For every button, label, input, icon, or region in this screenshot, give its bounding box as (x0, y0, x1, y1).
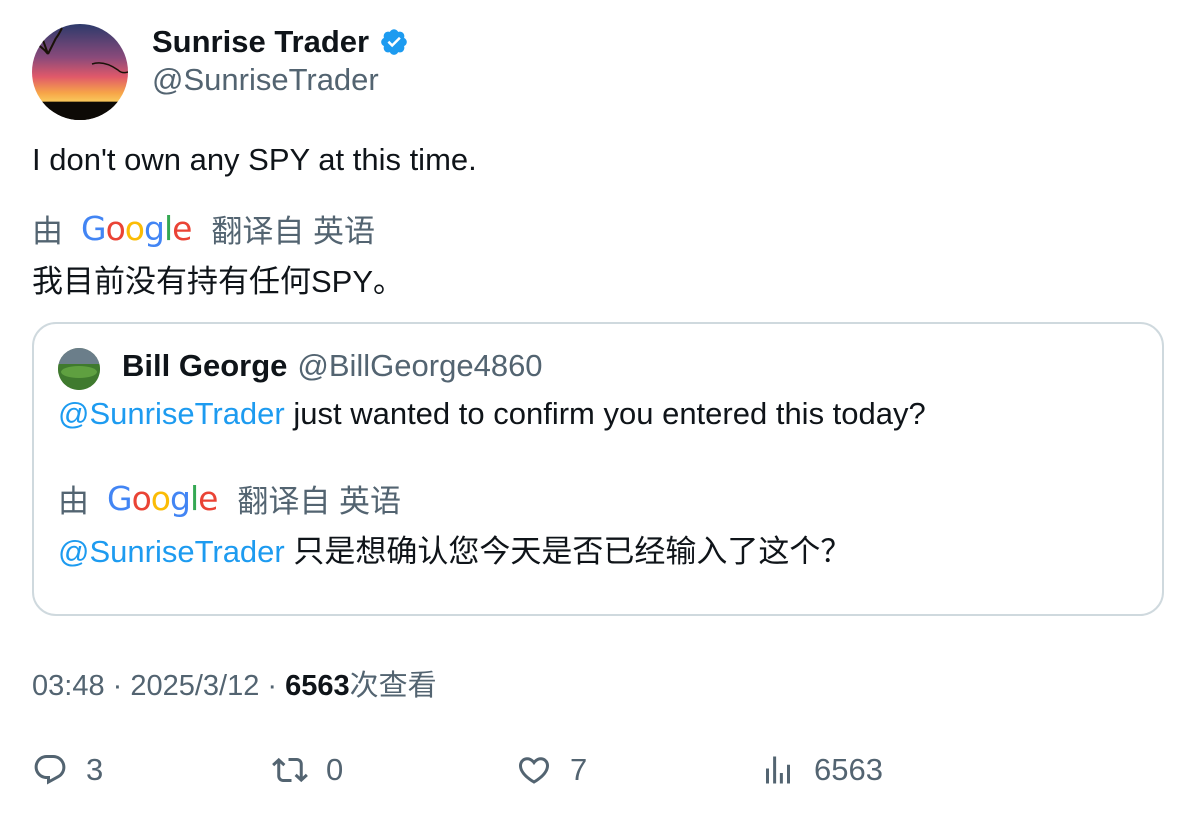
meta-separator: · (259, 670, 286, 702)
tweet-translated-text: 我目前没有持有任何SPY。 (32, 264, 405, 299)
author-avatar[interactable] (32, 24, 128, 120)
quoted-translated-body: 只是想确认您今天是否已经输入了这个？ (284, 534, 852, 569)
views-icon (766, 756, 790, 784)
quoted-translated-text: @SunriseTrader 只是想确认您今天是否已经输入了这个？ (58, 526, 851, 571)
quoted-translated-mention-link[interactable]: @SunriseTrader (58, 534, 285, 569)
quoted-tweet-text: @SunriseTrader just wanted to confirm yo… (58, 396, 926, 432)
repost-icon (272, 757, 308, 783)
author-handle[interactable]: @SunriseTrader (152, 62, 379, 98)
quoted-author-avatar[interactable] (58, 348, 100, 390)
author-name-row: Sunrise Trader (152, 22, 409, 62)
like-button[interactable]: 7 (516, 748, 587, 792)
tweet-meta: 03:48 · 2025/3/12 · 6563次查看 (32, 662, 437, 704)
quoted-google-logo[interactable]: Google (107, 479, 218, 518)
quoted-translation-from-label: 翻译自 英语 (237, 483, 402, 519)
views-action-count: 6563 (814, 752, 883, 787)
translation-from-label: 翻译自 英语 (211, 213, 376, 249)
quoted-tweet-card[interactable]: Bill George @BillGeorge4860 @SunriseTrad… (32, 322, 1164, 616)
repost-count: 0 (326, 752, 344, 787)
quoted-translation-by-label: 由 (58, 483, 89, 519)
quoted-text-body: just wanted to confirm you entered this … (284, 396, 926, 431)
quoted-author-handle[interactable]: @BillGeorge4860 (297, 348, 542, 384)
quoted-translation-attribution: 由 Google 翻译自 英语 (58, 478, 402, 519)
like-icon (518, 757, 550, 784)
tweet-text: I don't own any SPY at this time. (32, 142, 477, 177)
quoted-author-row: Bill George @BillGeorge4860 (122, 344, 543, 388)
reply-count: 3 (86, 752, 104, 787)
reply-icon (34, 755, 66, 785)
verified-badge-icon (379, 27, 409, 57)
reply-button[interactable]: 3 (32, 748, 103, 792)
quoted-author-name[interactable]: Bill George (122, 348, 287, 384)
action-bar: 3 0 7 6563 (32, 748, 1164, 792)
views-label: 次查看 (349, 670, 437, 702)
repost-button[interactable]: 0 (272, 748, 343, 792)
author-display-name[interactable]: Sunrise Trader (152, 24, 369, 60)
like-count: 7 (570, 752, 588, 787)
views-button[interactable]: 6563 (760, 748, 883, 792)
translation-by-label: 由 (32, 213, 63, 249)
translation-attribution: 由 Google 翻译自 英语 (32, 208, 376, 249)
quoted-mention-link[interactable]: @SunriseTrader (58, 396, 285, 431)
views-count: 6563 (285, 670, 350, 702)
tweet-date[interactable]: 2025/3/12 (130, 670, 259, 702)
tweet-time[interactable]: 03:48 (32, 670, 105, 702)
google-logo[interactable]: Google (81, 209, 192, 248)
meta-separator: · (104, 670, 131, 702)
